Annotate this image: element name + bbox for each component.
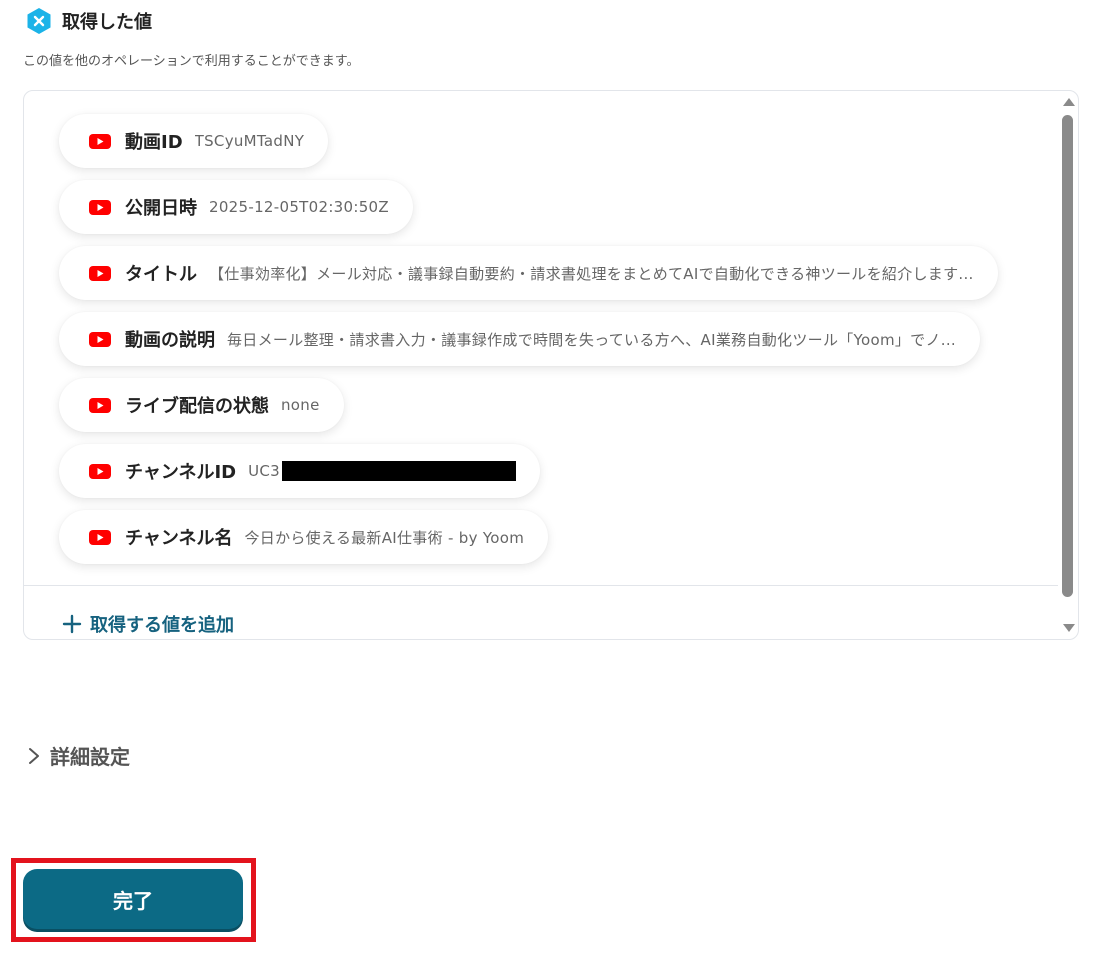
youtube-icon	[89, 331, 111, 347]
value-label: タイトル	[125, 264, 197, 285]
hexagon-x-icon	[27, 8, 51, 34]
scroll-down-arrow-icon[interactable]	[1063, 624, 1075, 632]
divider	[24, 585, 1058, 586]
value-text: 【仕事効率化】メール対応・議事録自動要約・請求書処理をまとめてAIで自動化できる…	[209, 264, 974, 283]
youtube-icon	[89, 463, 111, 479]
scroll-up-arrow-icon[interactable]	[1063, 98, 1075, 106]
page: 取得した値 この値を他のオペレーションで利用することができます。 動画ID TS…	[0, 0, 1111, 967]
value-pill-description[interactable]: 動画の説明 毎日メール整理・請求書入力・議事録作成で時間を失っている方へ、AI業…	[59, 312, 980, 366]
values-box: 動画ID TSCyuMTadNY 公開日時 2025-12-05T02:30:5…	[23, 90, 1079, 640]
value-label: 公開日時	[125, 198, 197, 219]
value-text: 今日から使える最新AI仕事術 - by Yoom	[244, 528, 525, 547]
value-text: UC3	[248, 462, 281, 480]
value-pill-title[interactable]: タイトル 【仕事効率化】メール対応・議事録自動要約・請求書処理をまとめてAIで自…	[59, 246, 998, 300]
youtube-icon	[89, 199, 111, 215]
value-list: 動画ID TSCyuMTadNY 公開日時 2025-12-05T02:30:5…	[59, 114, 1038, 576]
section-description: この値を他のオペレーションで利用することができます。	[23, 54, 360, 69]
value-pill-live-status[interactable]: ライブ配信の状態 none	[59, 378, 344, 432]
plus-icon	[62, 614, 82, 634]
scrollbar-thumb[interactable]	[1062, 115, 1073, 597]
value-text: none	[281, 396, 320, 414]
value-text: TSCyuMTadNY	[194, 132, 305, 150]
section-title: 取得した値	[62, 12, 152, 33]
value-text: 2025-12-05T02:30:50Z	[209, 198, 389, 216]
chevron-right-icon	[29, 747, 39, 764]
youtube-icon	[89, 529, 111, 545]
youtube-icon	[89, 133, 111, 149]
value-label: 動画の説明	[125, 330, 215, 351]
value-pill-channel-id[interactable]: チャンネルID UC3	[59, 444, 541, 498]
youtube-icon	[89, 265, 111, 281]
done-button[interactable]: 完了	[23, 869, 243, 929]
scrollbar[interactable]	[1058, 91, 1078, 639]
value-label: ライブ配信の状態	[125, 396, 269, 417]
add-value-button[interactable]: 取得する値を追加	[62, 611, 234, 637]
add-value-label: 取得する値を追加	[90, 615, 234, 636]
advanced-settings-toggle[interactable]: 詳細設定	[26, 741, 130, 770]
value-pill-channel-name[interactable]: チャンネル名 今日から使える最新AI仕事術 - by Yoom	[59, 510, 549, 564]
value-pill-video-id[interactable]: 動画ID TSCyuMTadNY	[59, 114, 329, 168]
value-label: チャンネルID	[125, 462, 237, 483]
advanced-settings-label: 詳細設定	[50, 745, 130, 769]
value-label: チャンネル名	[125, 528, 233, 549]
value-label: 動画ID	[125, 132, 183, 153]
youtube-icon	[89, 397, 111, 413]
redaction-bar	[282, 461, 517, 481]
section-header: 取得した値	[25, 7, 152, 35]
value-pill-published-at[interactable]: 公開日時 2025-12-05T02:30:50Z	[59, 180, 413, 234]
value-text: 毎日メール整理・請求書入力・議事録作成で時間を失っている方へ、AI業務自動化ツー…	[227, 330, 956, 349]
